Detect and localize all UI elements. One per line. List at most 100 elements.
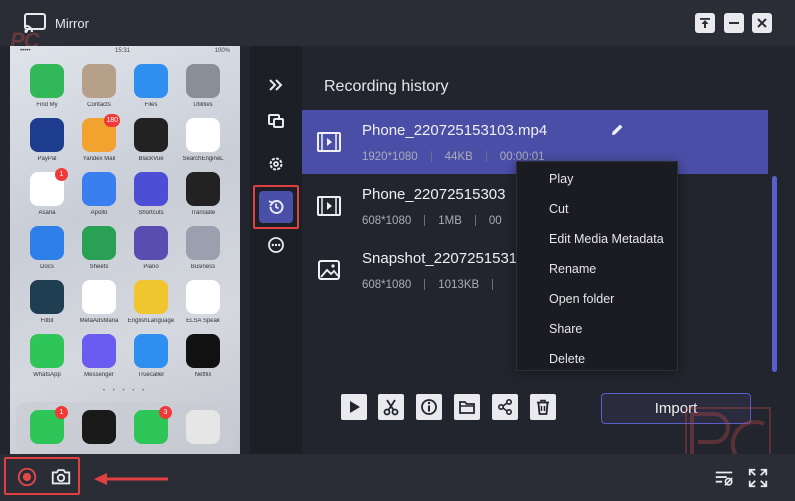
app-icon bbox=[82, 226, 116, 260]
info-button[interactable] bbox=[416, 394, 442, 420]
phone-app[interactable]: 180 Yandex Mail bbox=[72, 114, 126, 170]
phone-mirror-screen[interactable]: ••••• 15:31 100% Find My Contacts Files Uti… bbox=[10, 46, 240, 454]
app-icon: 3 bbox=[134, 406, 172, 444]
context-menu-item-open-folder[interactable]: Open folder bbox=[517, 284, 677, 314]
dock-app[interactable]: 3 bbox=[124, 406, 178, 454]
phone-app[interactable]: Contacts bbox=[72, 64, 126, 116]
context-menu-item-cut[interactable]: Cut bbox=[517, 194, 677, 224]
panel-title: Recording history bbox=[324, 78, 449, 95]
cut-button[interactable] bbox=[378, 394, 404, 420]
context-menu-item-delete[interactable]: Delete bbox=[517, 344, 677, 374]
open-folder-button[interactable] bbox=[454, 394, 480, 420]
bottom-bar bbox=[0, 454, 795, 501]
app-label: Files bbox=[144, 102, 158, 108]
dock-app[interactable]: 1 bbox=[20, 406, 74, 454]
app-label: Messenger bbox=[84, 372, 114, 378]
recording-history-button[interactable] bbox=[264, 195, 288, 219]
history-scrollbar[interactable] bbox=[772, 176, 777, 372]
delete-button[interactable] bbox=[530, 394, 556, 420]
close-button[interactable] bbox=[752, 13, 772, 33]
signal-indicator: ••••• bbox=[20, 48, 31, 54]
side-toolbar bbox=[250, 46, 302, 454]
item-filename: Phone_22072515303 bbox=[362, 186, 506, 203]
battery-level: 100% bbox=[214, 48, 230, 54]
phone-app[interactable]: Sheets bbox=[72, 226, 126, 278]
phone-app[interactable]: Business bbox=[176, 226, 230, 278]
phone-app[interactable]: EnglishLanguage bbox=[124, 280, 178, 332]
phone-app[interactable]: MetaAdsMana bbox=[72, 280, 126, 332]
app-icon: 1 bbox=[30, 406, 68, 444]
share-icon bbox=[497, 398, 513, 416]
phone-app[interactable]: Find My bbox=[20, 64, 74, 116]
history-clock-icon bbox=[268, 200, 284, 214]
app-icon bbox=[82, 334, 116, 368]
fullscreen-button[interactable] bbox=[746, 466, 770, 490]
expand-panel-button[interactable] bbox=[264, 73, 288, 97]
app-icon bbox=[30, 64, 64, 98]
phone-app[interactable]: PayPal bbox=[20, 118, 74, 170]
context-menu-item-edit-metadata[interactable]: Edit Media Metadata bbox=[517, 224, 677, 254]
phone-dock: 13 bbox=[16, 402, 234, 454]
phone-app[interactable]: Shortcuts bbox=[124, 172, 178, 224]
app-icon bbox=[186, 334, 220, 368]
app-icon bbox=[134, 280, 168, 314]
app-icon bbox=[30, 226, 64, 260]
record-button[interactable] bbox=[15, 465, 39, 489]
phone-app[interactable]: Files bbox=[124, 64, 178, 116]
video-file-icon bbox=[317, 132, 341, 152]
phone-app[interactable]: ELSA Speak bbox=[176, 280, 230, 332]
app-label: EnglishLanguage bbox=[127, 318, 175, 324]
app-icon bbox=[186, 118, 220, 152]
app-label: Sheets bbox=[89, 264, 109, 270]
minimize-button[interactable] bbox=[724, 13, 744, 33]
phone-app[interactable]: SearchEngineL bbox=[176, 118, 230, 170]
screen-switch-button[interactable] bbox=[264, 109, 288, 133]
more-options-button[interactable] bbox=[264, 233, 288, 257]
pointer-arrow-icon bbox=[94, 473, 168, 485]
play-button[interactable] bbox=[341, 394, 367, 420]
phone-app[interactable]: Messenger bbox=[72, 334, 126, 386]
dock-app[interactable] bbox=[72, 410, 126, 454]
app-label: Piano bbox=[143, 264, 159, 270]
item-size: 44KB bbox=[444, 151, 473, 163]
edit-pencil-icon[interactable] bbox=[609, 122, 625, 138]
trash-icon bbox=[537, 399, 549, 415]
screenshot-button[interactable] bbox=[49, 465, 73, 489]
phone-app[interactable]: WhatsApp bbox=[20, 334, 74, 386]
phone-app[interactable]: Truecaller bbox=[124, 334, 178, 386]
pin-on-top-button[interactable] bbox=[695, 13, 715, 33]
phone-app[interactable]: Fitbit bbox=[20, 280, 74, 332]
phone-time: 15:31 bbox=[115, 48, 131, 54]
phone-app[interactable]: Docs bbox=[20, 226, 74, 278]
app-label: Find My bbox=[36, 102, 58, 108]
phone-app[interactable]: Netflix bbox=[176, 334, 230, 386]
app-label: Apollo bbox=[90, 210, 108, 216]
app-label: SearchEngineL bbox=[182, 156, 224, 162]
phone-app[interactable]: Utilities bbox=[176, 64, 230, 116]
page-indicator: • • • • • bbox=[102, 388, 148, 394]
app-label: Contacts bbox=[87, 102, 111, 108]
context-menu-item-play[interactable]: Play bbox=[517, 164, 677, 194]
pin-top-icon bbox=[700, 18, 710, 28]
phone-app[interactable]: Piano bbox=[124, 226, 178, 278]
phone-app[interactable]: 1 Asana bbox=[20, 168, 74, 224]
dock-app[interactable] bbox=[176, 410, 230, 454]
app-title: Mirror bbox=[55, 16, 89, 31]
app-icon bbox=[186, 280, 220, 314]
context-menu-item-rename[interactable]: Rename bbox=[517, 254, 677, 284]
phone-app[interactable]: BlackVue bbox=[124, 118, 178, 170]
context-menu-item-share[interactable]: Share bbox=[517, 314, 677, 344]
app-label: Netflix bbox=[194, 372, 212, 378]
more-dots-icon bbox=[268, 237, 284, 253]
app-icon bbox=[30, 118, 64, 152]
phone-app[interactable]: Apollo bbox=[72, 172, 126, 224]
phone-app[interactable]: Translate bbox=[176, 172, 230, 224]
item-duration: 00 bbox=[488, 215, 502, 227]
gear-icon bbox=[269, 157, 283, 171]
app-label: Asana bbox=[38, 210, 56, 216]
share-button[interactable] bbox=[492, 394, 518, 420]
app-label: PayPal bbox=[37, 156, 57, 162]
notification-badge: 3 bbox=[159, 406, 172, 419]
hide-controls-button[interactable] bbox=[712, 466, 736, 490]
settings-button[interactable] bbox=[264, 152, 288, 176]
